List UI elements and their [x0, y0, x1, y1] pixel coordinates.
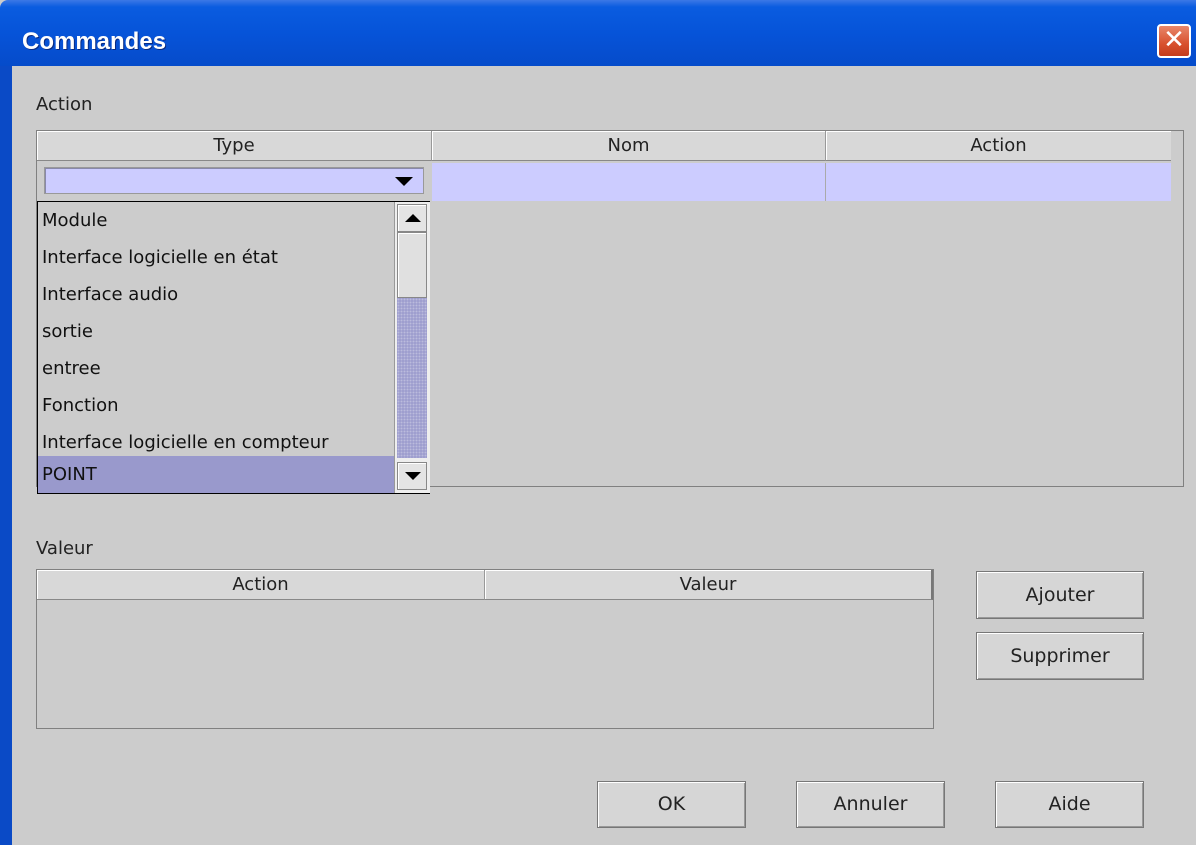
remove-button[interactable]: Supprimer — [976, 632, 1144, 680]
value-table[interactable]: Action Valeur — [36, 569, 934, 729]
scroll-down-button[interactable] — [397, 462, 427, 490]
dropdown-item-module[interactable]: Module — [38, 202, 394, 239]
ok-button[interactable]: OK — [597, 781, 746, 828]
column-header-valeur[interactable]: Valeur — [485, 570, 933, 600]
window-frame-left — [0, 66, 12, 845]
dropdown-item-fonction[interactable]: Fonction — [38, 387, 394, 424]
arrow-up-icon — [405, 214, 421, 222]
close-icon: ✕ — [1163, 25, 1185, 55]
chevron-down-icon[interactable] — [395, 177, 413, 186]
help-button[interactable]: Aide — [995, 781, 1144, 828]
dropdown-item-sortie[interactable]: sortie — [38, 313, 394, 350]
scroll-thumb[interactable] — [397, 232, 427, 298]
dropdown-scrollbar[interactable] — [394, 202, 430, 493]
close-button[interactable]: ✕ — [1157, 24, 1191, 58]
scroll-up-button[interactable] — [397, 204, 427, 232]
cell-action[interactable] — [826, 163, 1171, 201]
scroll-track[interactable] — [397, 298, 427, 458]
window-title: Commandes — [22, 28, 167, 55]
dropdown-item-point[interactable]: POINT — [38, 456, 394, 493]
value-section-label: Valeur — [36, 538, 93, 559]
dropdown-item-entree[interactable]: entree — [38, 350, 394, 387]
column-header-action[interactable]: Action — [826, 131, 1171, 161]
column-header-action[interactable]: Action — [37, 570, 485, 600]
dropdown-item-interface-audio[interactable]: Interface audio — [38, 276, 394, 313]
column-header-nom[interactable]: Nom — [432, 131, 826, 161]
arrow-down-icon — [405, 472, 421, 480]
cell-nom[interactable] — [432, 163, 826, 201]
type-combobox[interactable] — [44, 167, 424, 194]
add-button[interactable]: Ajouter — [976, 571, 1144, 619]
cancel-button[interactable]: Annuler — [796, 781, 945, 828]
dropdown-item-interface-logicielle-etat[interactable]: Interface logicielle en état — [38, 239, 394, 276]
column-header-type[interactable]: Type — [37, 131, 432, 161]
type-dropdown-list[interactable]: Module Interface logicielle en état Inte… — [37, 201, 430, 494]
action-section-label: Action — [36, 94, 93, 115]
